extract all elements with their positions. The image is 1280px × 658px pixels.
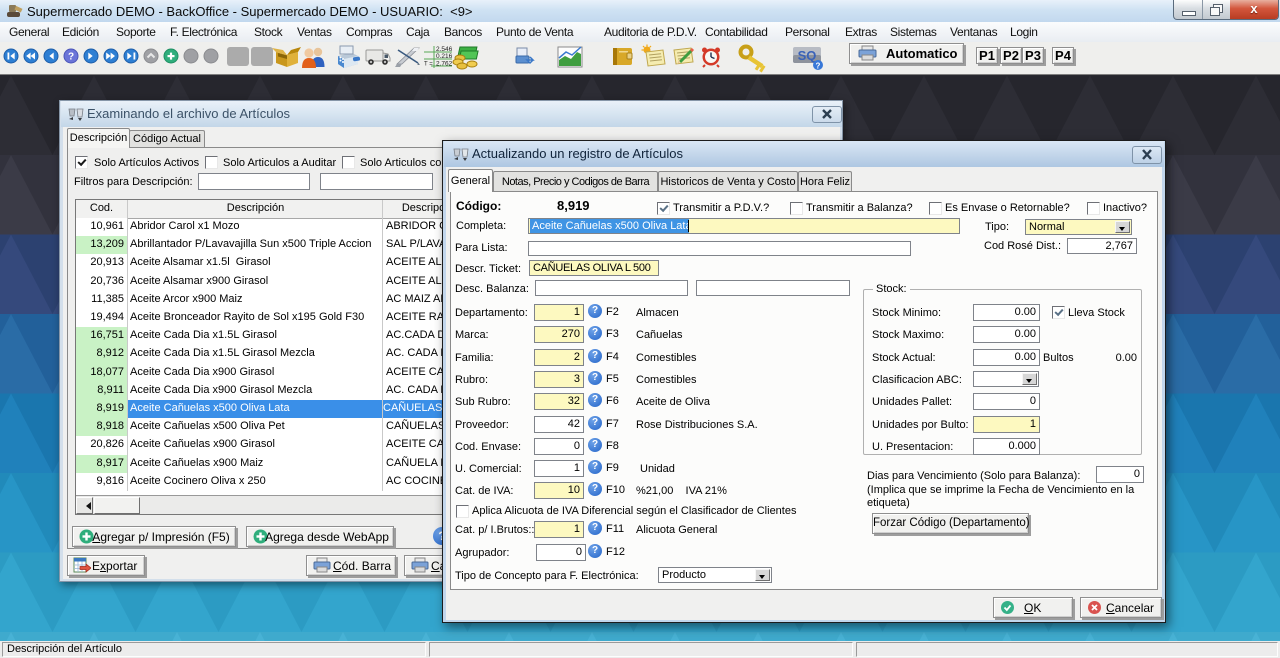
svg-text:?: ? [816,62,821,71]
svg-text:SQ: SQ [798,48,817,63]
svg-text:?: ? [68,52,74,63]
svg-text:2.762: 2.762 [436,61,453,68]
svg-text:0.216: 0.216 [436,53,453,60]
svg-text:T =: T = [424,62,433,68]
svg-text:2.546: 2.546 [436,46,453,53]
